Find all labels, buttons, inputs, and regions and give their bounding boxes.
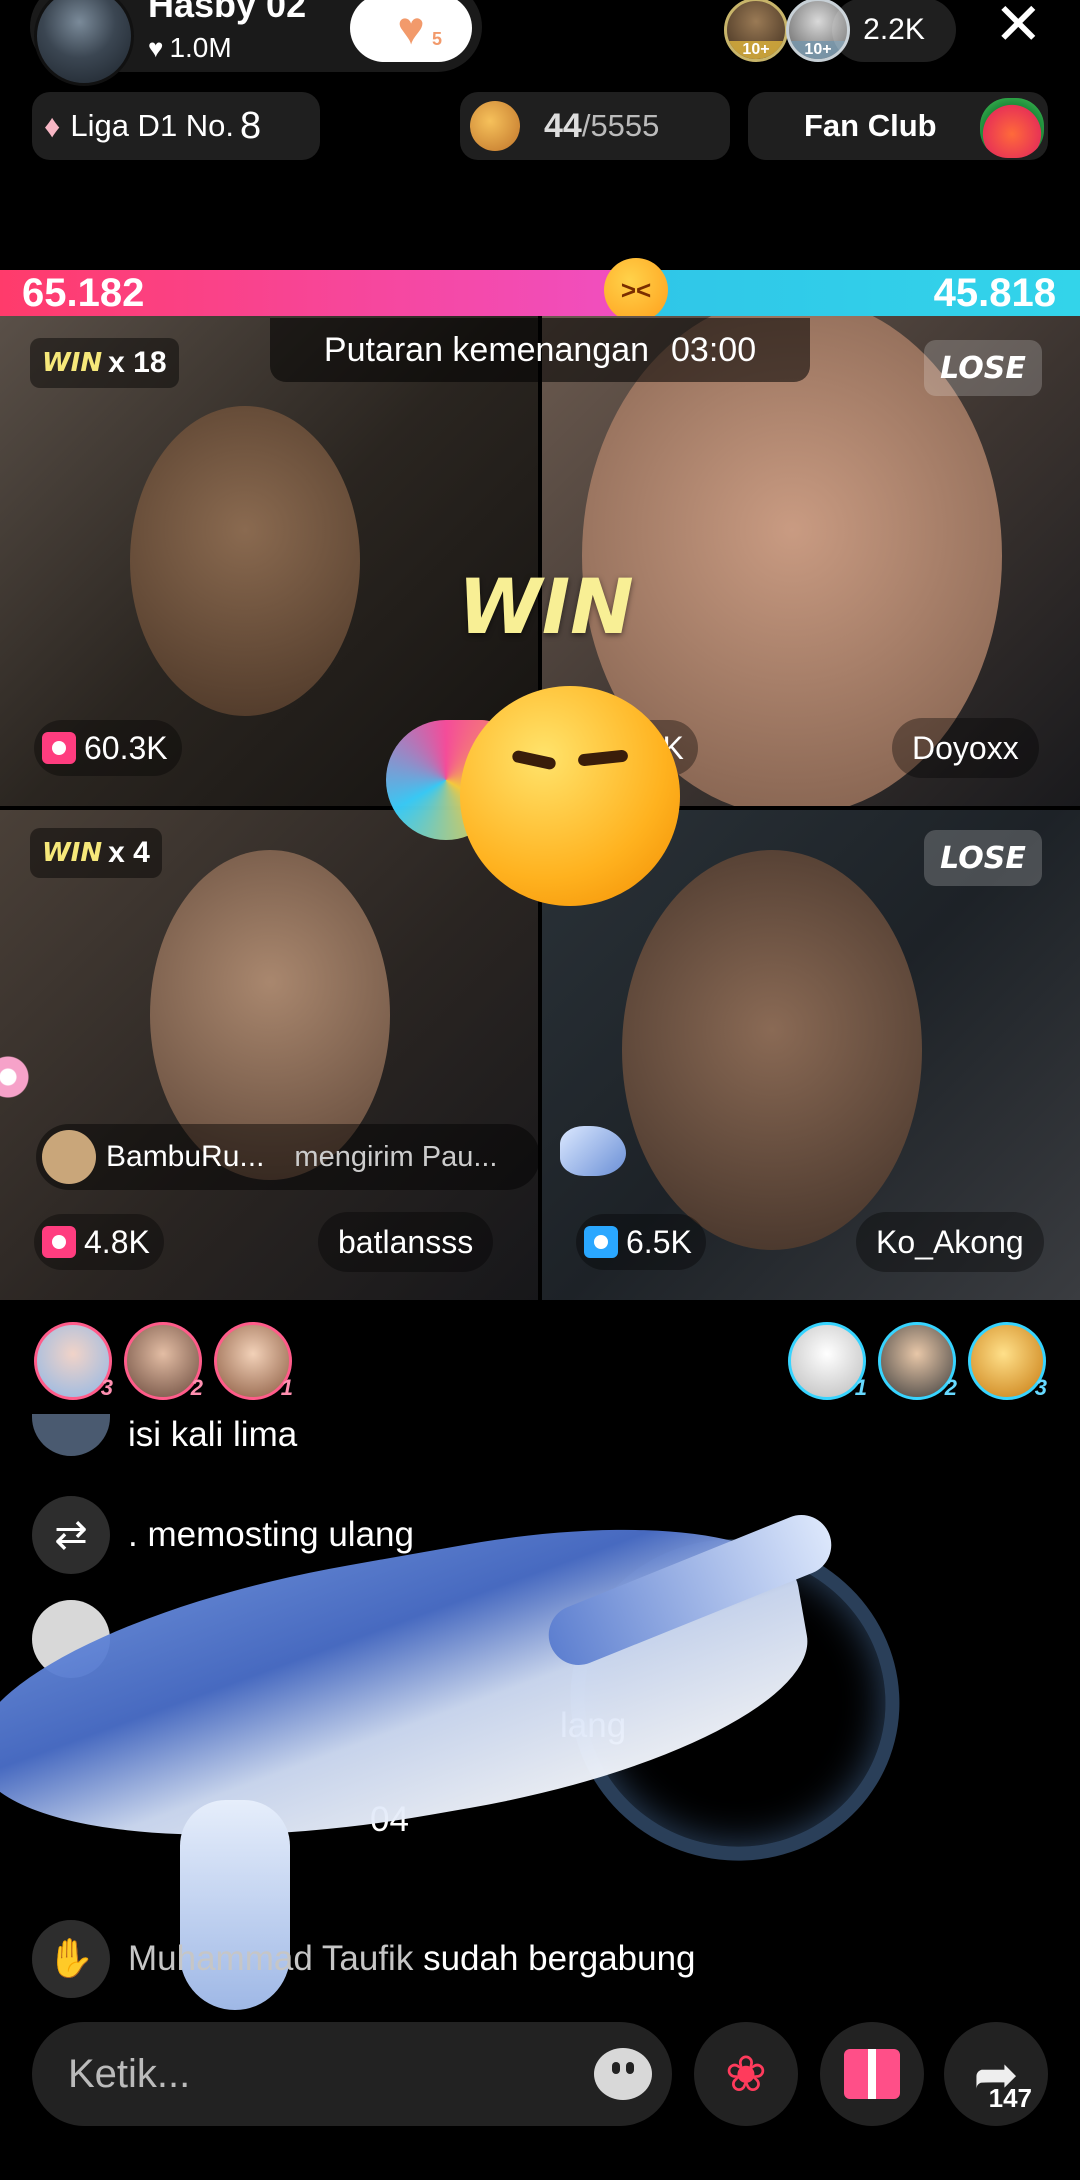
league-chip[interactable]: ♦ Liga D1 No. 8 (32, 92, 320, 160)
heart-icon: ♥ (397, 2, 425, 54)
gifter-rank: 3 (100, 1375, 113, 1400)
player-name[interactable]: Ko_Akong (856, 1212, 1044, 1272)
heart-icon: ♥ (148, 32, 164, 63)
emoji-icon[interactable] (594, 2048, 652, 2100)
gift-count[interactable]: 4.8K (34, 1214, 164, 1270)
chat-username[interactable]: Muhammad Taufik (128, 1939, 413, 1978)
kiss-emoji-icon: >< (604, 258, 668, 322)
chat-join-message[interactable]: ✋ Muhammad Taufik sudah bergabung (32, 1920, 696, 1998)
team-progress-current: 44 (544, 106, 582, 145)
fan-club-button[interactable]: Fan Club (748, 92, 1048, 160)
share-count: 147 (988, 2083, 1032, 2113)
gifter-rank: 2 (944, 1375, 957, 1400)
close-icon[interactable]: ✕ (994, 0, 1043, 54)
league-number: 8 (240, 104, 262, 147)
gift-count-value: 4.8K (84, 1223, 150, 1260)
host-name: Hasby 02 (148, 0, 307, 25)
annoyed-emoji-sticker (460, 686, 680, 906)
rose-icon: ❀ (725, 2046, 767, 2102)
top-gifter-right[interactable]: 3 (968, 1322, 1047, 1400)
player-face (130, 406, 360, 716)
win-multiplier: x 18 (108, 346, 167, 379)
gift-icon (42, 1226, 76, 1258)
top-viewer-avatar[interactable]: 10+ (724, 0, 788, 62)
whale-gift-icon (560, 1126, 626, 1176)
gift-button[interactable] (820, 2022, 924, 2126)
gifter-rank: 1 (854, 1375, 867, 1400)
comment-input[interactable] (68, 2051, 548, 2097)
chat-text: isi kali lima (128, 1415, 298, 1454)
lose-badge: LOSE (924, 830, 1042, 886)
top-gifter-right[interactable]: 2 (878, 1322, 957, 1400)
host-avatar[interactable] (34, 0, 134, 86)
player-name[interactable]: batlansss (318, 1212, 494, 1272)
repost-icon: ⇄ (54, 1513, 88, 1557)
sender-avatar (42, 1130, 96, 1184)
round-timer: 03:00 (671, 330, 757, 369)
monkey-icon (470, 101, 520, 151)
chat-avatar[interactable] (32, 1414, 110, 1456)
round-label: Putaran kemenangan (323, 330, 650, 369)
gift-count-value: 60.3K (84, 729, 168, 766)
viewer-count[interactable]: 2.2K (832, 0, 956, 62)
score-left: 65.182 (22, 271, 145, 315)
win-badge: WIN x 18 (30, 338, 179, 388)
score-right: 45.818 (933, 271, 1056, 315)
top-gifter-right[interactable]: 1 (788, 1322, 867, 1400)
gift-count[interactable]: 6.5K (576, 1214, 706, 1270)
top-gifter-left[interactable]: 2 (124, 1322, 203, 1400)
fan-club-label: Fan Club (804, 108, 937, 143)
player-face (622, 850, 922, 1250)
league-label: Liga D1 No. (70, 108, 235, 143)
gift-text: mengirim Pau... (294, 1140, 498, 1173)
fan-club-mascot-icon (980, 98, 1044, 158)
result-label: WIN (42, 838, 103, 868)
team-progress-total: /5555 (581, 108, 660, 143)
win-badge: WIN x 4 (30, 828, 162, 878)
gift-sender: BambuRu... (106, 1140, 265, 1173)
follow-button[interactable]: ♥ 5 (350, 0, 472, 62)
rose-gift-button[interactable]: ❀ (694, 2022, 798, 2126)
diamond-icon: ♦ (44, 107, 61, 144)
share-button[interactable]: ➦ 147 (944, 2022, 1048, 2126)
chat-text: . memosting ulang (128, 1515, 414, 1554)
top-gifter-left[interactable]: 3 (34, 1322, 113, 1400)
lose-badge: LOSE (924, 340, 1042, 396)
viewer-tag: 10+ (727, 41, 785, 59)
comment-input-box[interactable] (32, 2022, 672, 2126)
host-likes: ♥ 1.0M (148, 32, 232, 64)
win-multiplier: x 4 (108, 836, 150, 869)
gift-notification: BambuRu... mengirim Pau... (36, 1124, 540, 1190)
gift-icon (42, 732, 76, 764)
team-progress-chip[interactable]: 44 /5555 (460, 92, 730, 160)
gifter-rank: 2 (190, 1375, 203, 1400)
chat-avatar[interactable]: ⇄ (32, 1496, 110, 1574)
emoji-eye (577, 749, 629, 767)
gift-count[interactable]: 60.3K (34, 720, 182, 776)
chat-message[interactable]: ⇄ . memosting ulang (32, 1496, 414, 1574)
battle-score-bar (0, 270, 1080, 316)
top-gifter-left[interactable]: 1 (214, 1322, 293, 1400)
chat-avatar[interactable]: ✋ (32, 1920, 110, 1998)
chat-message[interactable]: isi kali lima (32, 1414, 297, 1456)
gift-box-icon (844, 2049, 900, 2099)
round-banner: Putaran kemenangan 03:00 (270, 318, 810, 382)
wave-icon: ✋ (47, 1938, 95, 1980)
emoji-eye (511, 749, 557, 771)
gifter-rank: 3 (1034, 1375, 1047, 1400)
host-likes-count: 1.0M (169, 32, 232, 63)
follow-count: 5 (431, 29, 442, 49)
chat-text: sudah bergabung (423, 1939, 696, 1978)
gifter-rank: 1 (280, 1375, 293, 1400)
player-name[interactable]: Doyoxx (892, 718, 1039, 778)
result-label: WIN (42, 348, 103, 378)
gift-count-value: 6.5K (626, 1223, 692, 1260)
gift-icon (584, 1226, 618, 1258)
win-center-label: WIN (458, 562, 634, 651)
